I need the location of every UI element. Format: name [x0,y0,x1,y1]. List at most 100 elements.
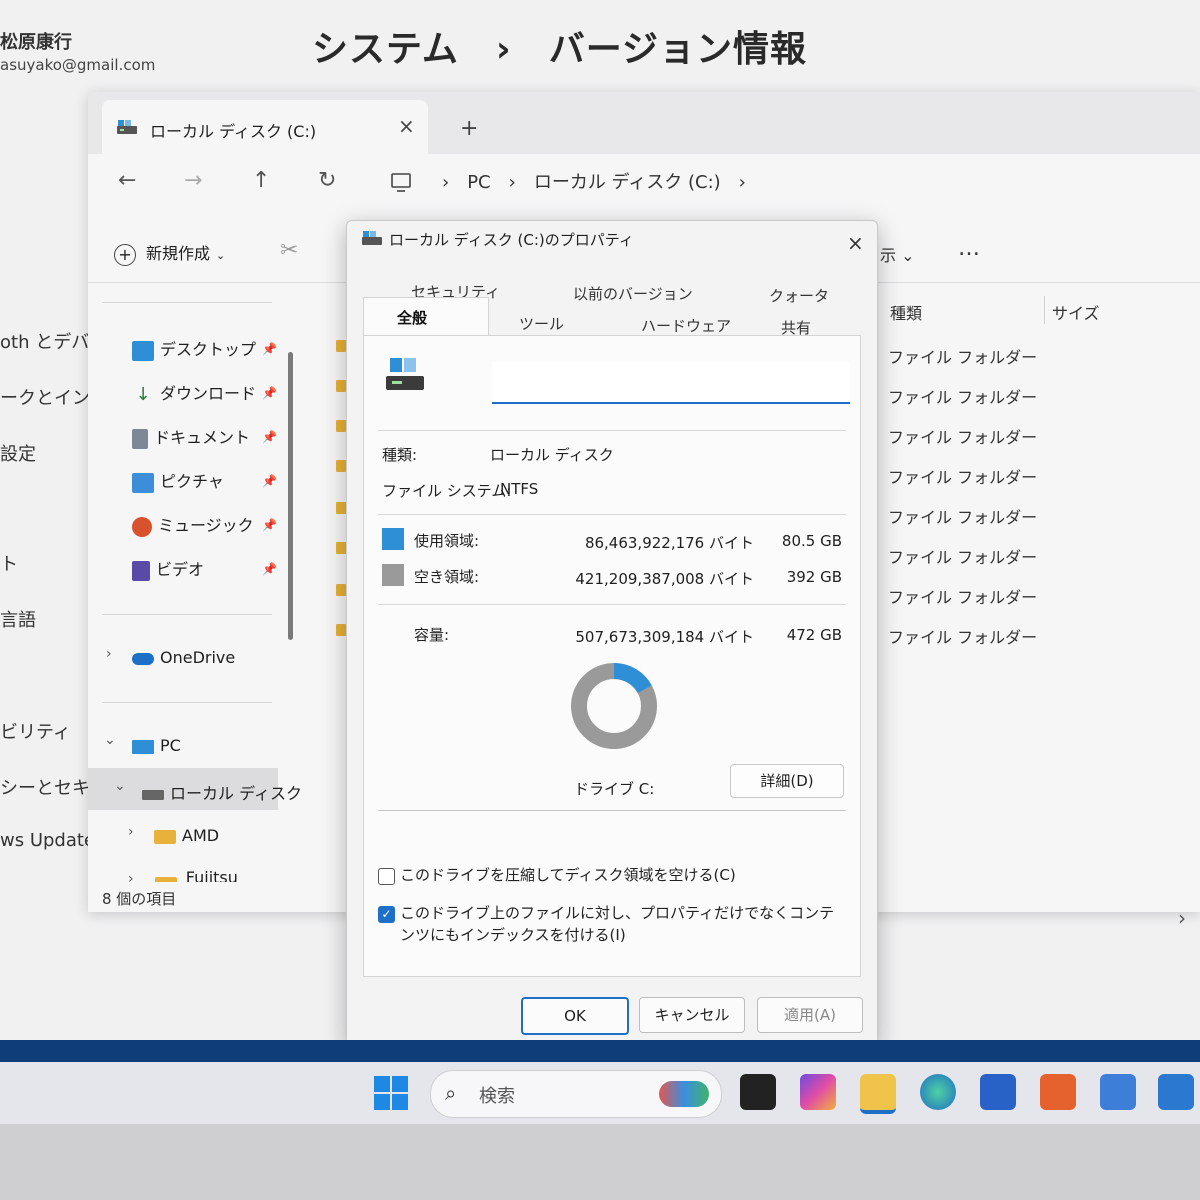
windows-start-icon[interactable] [374,1076,408,1110]
tab-tools[interactable]: ツール [519,313,564,334]
close-icon[interactable]: × [847,231,864,255]
file-type-cell: ファイル フォルダー [888,468,1038,487]
file-explorer-app-icon[interactable] [860,1074,896,1114]
column-header-type[interactable]: 種類 [890,300,922,324]
copilot-app-icon[interactable] [800,1074,836,1110]
pin-icon[interactable]: 📌 [262,518,277,532]
settings-nav-item[interactable]: ws Update [0,830,95,851]
pin-icon[interactable]: 📌 [262,342,277,356]
refresh-icon[interactable]: ↻ [318,168,336,193]
drive-name-input[interactable] [492,362,850,404]
chevron-right-icon[interactable]: › [128,824,134,840]
used-space-swatch [382,528,404,550]
settings-nav-item[interactable]: 言語 [0,606,36,632]
new-tab-icon[interactable]: + [460,116,478,141]
close-tab-icon[interactable]: × [398,114,415,138]
terminal-app-icon[interactable] [740,1074,776,1110]
monitor-icon[interactable] [390,172,412,194]
tab-quota[interactable]: クォータ [769,285,829,306]
index-checkbox[interactable]: ✓ [378,906,395,923]
up-icon[interactable]: ↑ [252,168,270,193]
address-bar[interactable]: › PC › ローカル ディスク (C:) › [442,168,746,194]
column-header-size[interactable]: サイズ [1052,300,1100,324]
type-value: ローカル ディスク [490,446,614,464]
drive-label: ドライブ C: [574,780,655,798]
sidebar-item-documents[interactable]: ドキュメント [132,424,250,449]
folder-icon[interactable] [336,502,346,514]
sidebar-item-label: AMD [182,826,220,845]
file-type-cell: ファイル フォルダー [888,508,1038,527]
sidebar-item-label: OneDrive [160,648,236,667]
settings-nav-item[interactable]: 設定 [0,440,36,466]
general-tab-panel: 種類: ローカル ディスク ファイル システム: NTFS 使用領域: 86,4… [363,335,861,977]
user-email: asuyako@gmail.com [0,56,156,74]
ok-button[interactable]: OK [521,997,629,1035]
cancel-button[interactable]: キャンセル [639,997,745,1033]
folder-icon[interactable] [336,624,346,636]
folder-icon[interactable] [336,542,346,554]
new-button[interactable]: + 新規作成 ⌄ [114,240,225,266]
new-button-label: 新規作成 [146,244,211,263]
index-label: このドライブ上のファイルに対し、プロパティだけでなくコンテンツにもインデックスを… [400,904,835,944]
tab-previous-versions[interactable]: 以前のバージョン [573,283,693,304]
sidebar-scrollbar[interactable] [288,352,293,640]
folder-icon[interactable] [336,420,346,432]
sidebar-item-local-disk[interactable]: ⌄ ローカル ディスク [88,768,302,810]
used-space-bytes: 86,463,922,176 バイト [584,534,754,552]
folder-icon [154,829,176,844]
sidebar-item-onedrive[interactable]: OneDrive [132,648,235,667]
file-type-cell: ファイル フォルダー [888,548,1038,567]
settings-nav-item[interactable]: ト [0,550,18,576]
address-sep-icon: › [442,172,450,193]
divider [378,514,846,515]
settings-nav-item[interactable]: ビリティ [0,718,71,744]
taskbar-search-box[interactable]: ⌕ 検索 [430,1070,722,1118]
sidebar-item-pc[interactable]: PC [132,736,181,755]
mail-app-icon[interactable] [1100,1074,1136,1110]
sidebar-item-amd[interactable]: AMD [154,826,219,845]
back-icon[interactable]: ← [118,168,136,193]
edge-app-icon[interactable] [920,1074,956,1110]
more-icon[interactable]: … [958,236,980,261]
sidebar-item-downloads[interactable]: ↓ ダウンロード [132,380,256,405]
file-type-cell: ファイル フォルダー [888,588,1038,607]
disk-usage-donut [571,663,657,749]
sidebar-item-label: ダウンロード [160,384,257,403]
compress-checkbox[interactable] [378,868,395,885]
settings-breadcrumb: システム › バージョン情報 [312,29,808,70]
monitor-icon [132,739,154,754]
drive-icon [361,229,383,247]
pin-icon[interactable]: 📌 [262,430,277,444]
divider [102,302,272,303]
sidebar-item-pictures[interactable]: ピクチャ [132,468,224,493]
local-disk-entry: ローカル ディスク [142,780,302,804]
sidebar-item-videos[interactable]: ビデオ [132,556,204,581]
folder-icon [154,877,177,882]
folder-icon[interactable] [336,460,346,472]
explorer-tab[interactable]: ローカル ディスク (C:) × [102,100,428,154]
sidebar-item-label: ピクチャ [160,472,224,491]
forward-icon[interactable]: → [184,168,202,193]
pin-icon[interactable]: 📌 [262,562,277,576]
file-type-cell: ファイル フォルダー [888,428,1038,447]
pin-icon[interactable]: 📌 [262,386,277,400]
details-button[interactable]: 詳細(D) [730,764,844,798]
sidebar-item-desktop[interactable]: デスクトップ [132,336,256,361]
cut-icon[interactable]: ✂ [280,238,298,263]
view-button[interactable]: 示 ⌄ [880,242,915,266]
folder-icon[interactable] [336,340,346,352]
chevron-right-icon[interactable]: › [106,646,112,662]
apply-button[interactable]: 適用(A) [757,997,863,1033]
store-app-icon[interactable] [980,1074,1016,1110]
media-app-icon[interactable] [1040,1074,1076,1110]
photos-app-icon[interactable] [1158,1074,1194,1110]
sidebar-item-fujitsu[interactable]: › Fujitsu [128,868,298,882]
tab-hardware[interactable]: ハードウェア [641,315,731,336]
sidebar-item-label: PC [160,736,181,755]
pin-icon[interactable]: 📌 [262,474,277,488]
folder-icon[interactable] [336,380,346,392]
folder-icon[interactable] [336,584,346,596]
chevron-down-icon[interactable]: ⌄ [104,732,116,748]
sidebar-item-music[interactable]: ミュージック [132,512,254,537]
sidebar-item-label: ミュージック [158,516,254,535]
